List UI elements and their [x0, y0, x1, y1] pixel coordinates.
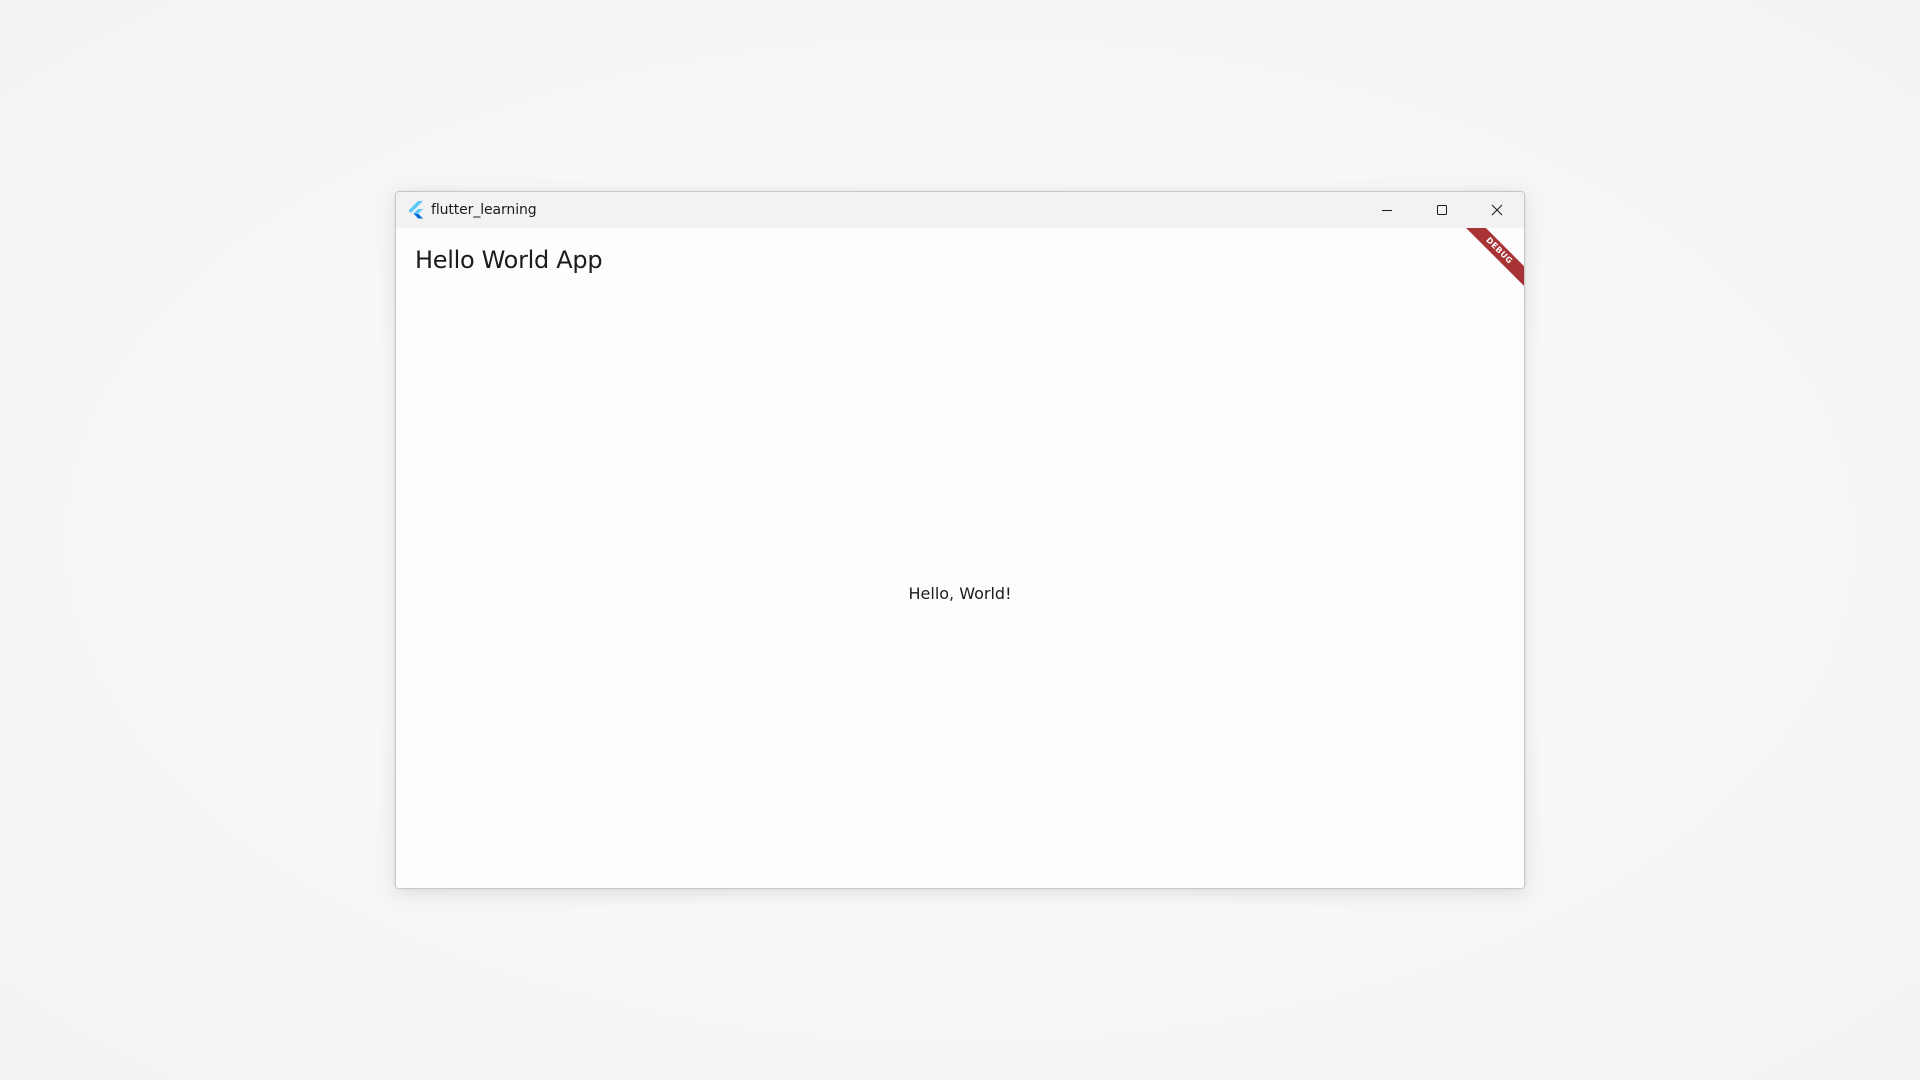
maximize-button[interactable] [1414, 192, 1469, 228]
close-button[interactable] [1469, 192, 1524, 228]
title-bar[interactable]: flutter_learning [396, 192, 1524, 228]
app-window: flutter_learning Hello World App Hello, … [395, 191, 1525, 889]
flutter-logo-icon [407, 201, 425, 219]
minimize-icon [1381, 201, 1393, 220]
maximize-icon [1436, 201, 1448, 220]
close-icon [1491, 201, 1503, 220]
appbar-title: Hello World App [415, 246, 603, 274]
window-controls [1359, 192, 1524, 228]
app-content: Hello World App Hello, World! DEBUG [396, 228, 1524, 888]
body-text: Hello, World! [908, 584, 1012, 603]
debug-banner-label: DEBUG [1455, 228, 1524, 295]
window-title: flutter_learning [431, 202, 537, 218]
debug-banner: DEBUG [1444, 228, 1524, 308]
minimize-button[interactable] [1359, 192, 1414, 228]
